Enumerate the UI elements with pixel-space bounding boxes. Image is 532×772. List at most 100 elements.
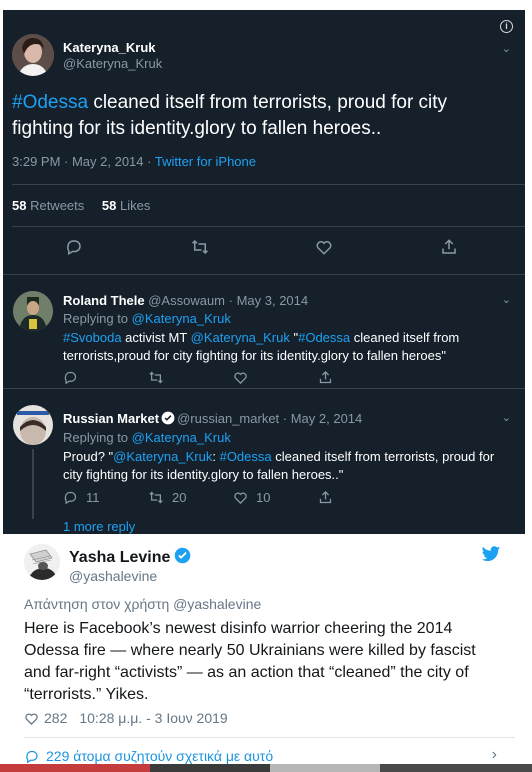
retweet-count: 20 [172, 490, 187, 505]
reply-header: Roland Thele @Assowaum · May 3, 2014 [63, 293, 308, 308]
more-replies-link[interactable]: 1 more reply [63, 519, 135, 534]
retweet-icon [149, 371, 163, 384]
like-count: 282 [44, 710, 68, 726]
divider [24, 737, 515, 738]
chevron-down-icon[interactable]: ⌄ [502, 293, 511, 306]
strip-segment [380, 764, 532, 772]
hashtag-link[interactable]: #Odessa [220, 449, 272, 464]
heart-icon [25, 713, 38, 725]
embedded-tweet-card: Yasha Levine @yashalevine Απάντηση στον … [3, 534, 525, 772]
retweet-icon [149, 491, 163, 504]
hashtag-link[interactable]: #Odessa [298, 330, 350, 345]
author-name-text[interactable]: Yasha Levine [69, 549, 170, 566]
reply-button[interactable] [65, 238, 190, 256]
tweet-time[interactable]: 3:29 PM · May 2, 2014 · [12, 154, 155, 169]
author-handle[interactable]: @Kateryna_Kruk [63, 56, 162, 71]
discussion-link[interactable]: 229 άτομα συζητούν σχετικά με αυτό [24, 748, 273, 764]
text-span: : [212, 449, 220, 464]
info-icon[interactable]: i [500, 20, 513, 33]
chevron-down-icon[interactable]: ⌄ [502, 42, 511, 55]
strip-segment [150, 764, 270, 772]
retweets-count: 58 [12, 198, 27, 213]
avatar[interactable] [24, 544, 60, 580]
reply-button[interactable]: 11 [63, 490, 148, 505]
chevron-down-icon[interactable]: ⌄ [502, 411, 511, 424]
text-span: " [289, 330, 299, 345]
like-button[interactable]: 282 [24, 710, 67, 726]
replying-label: Replying to [63, 430, 132, 445]
author-name[interactable]: Kateryna_Kruk [63, 40, 156, 55]
twitter-bird-icon[interactable] [481, 546, 501, 563]
like-button[interactable]: 10 [233, 490, 318, 505]
author-name: Yasha Levine [69, 547, 193, 567]
hashtag-link[interactable]: #Odessa [12, 92, 88, 113]
mention-link[interactable]: @Kateryna_Kruk [191, 330, 290, 345]
text-span: Proud? " [63, 449, 114, 464]
hashtag-link[interactable]: #Svoboda [63, 330, 122, 345]
share-icon [319, 370, 332, 384]
discussion-label: 229 άτομα συζητούν σχετικά με αυτό [46, 748, 274, 764]
reply-meta[interactable]: @Assowaum · May 3, 2014 [145, 293, 308, 308]
verified-badge-icon [175, 547, 191, 564]
likes-stat[interactable]: 58 Likes [102, 198, 150, 213]
tweet-text: Here is Facebook’s newest disinfo warrio… [24, 620, 476, 703]
heart-icon [234, 372, 247, 385]
tweet-meta: 282 10:28 μ.μ. - 3 Ιουν 2019 [24, 710, 228, 726]
avatar[interactable] [12, 34, 54, 76]
tweet-meta: 3:29 PM · May 2, 2014 · Twitter for iPho… [12, 154, 256, 169]
author-name[interactable]: Roland Thele [63, 293, 145, 308]
reply-count: 11 [86, 490, 100, 505]
chevron-right-icon[interactable]: › [492, 746, 497, 764]
replying-to: Replying to @Kateryna_Kruk [63, 311, 231, 326]
reply-text: #Svoboda activist MT @Kateryna_Kruk "#Od… [63, 329, 508, 364]
like-button[interactable] [233, 370, 318, 385]
author-name[interactable]: Russian Market [63, 411, 159, 426]
likes-count: 58 [101, 198, 117, 213]
reply-header: Russian Market @russian_market · May 2, 2… [63, 411, 362, 426]
reply-context: Απάντηση στον χρήστη @yashalevine [24, 596, 262, 612]
author-handle[interactable]: @yashalevine [69, 568, 157, 584]
mention-link[interactable]: @Kateryna_Kruk [132, 311, 231, 326]
reply-icon [64, 491, 77, 505]
share-icon [319, 490, 332, 504]
retweets-stat[interactable]: 58 Retweets [12, 198, 84, 213]
tweet-stats: 58 Retweets 58 Likes [12, 198, 150, 213]
likes-label: Likes [116, 198, 151, 213]
share-button[interactable] [318, 490, 333, 505]
dark-screenshot-panel: Kateryna_Kruk @Kateryna_Kruk i ⌄ #Odessa… [3, 10, 525, 534]
strip-segment [270, 764, 380, 772]
replying-to: Replying to @Kateryna_Kruk [63, 430, 231, 445]
reply-tweet: Roland Thele @Assowaum · May 3, 2014 ⌄ R… [3, 275, 525, 389]
heart-icon [316, 241, 332, 255]
tweet-time[interactable]: 10:28 μ.μ. - 3 Ιουν 2019 [79, 710, 227, 726]
reply-meta[interactable]: @russian_market · May 2, 2014 [177, 411, 362, 426]
main-tweet: Kateryna_Kruk @Kateryna_Kruk i ⌄ #Odessa… [3, 10, 525, 275]
main-actions [65, 238, 458, 256]
tweet-text: #Odessa cleaned itself from terrorists, … [12, 90, 482, 142]
reply-button[interactable] [63, 370, 148, 385]
retweet-button[interactable]: 20 [148, 490, 233, 505]
verified-badge-icon [161, 411, 175, 425]
reply-actions: 11 20 10 [63, 490, 333, 505]
heart-icon [234, 492, 247, 505]
retweet-button[interactable] [190, 238, 315, 256]
retweet-button[interactable] [148, 370, 233, 385]
divider [12, 226, 525, 227]
share-button[interactable] [440, 238, 458, 256]
reply-icon [64, 371, 77, 385]
speech-bubble-icon [26, 750, 38, 763]
like-button[interactable] [315, 238, 440, 256]
bottom-strip [0, 764, 532, 772]
mention-link[interactable]: @Kateryna_Kruk [132, 430, 231, 445]
avatar[interactable] [13, 291, 53, 331]
divider [12, 184, 525, 185]
avatar[interactable] [13, 405, 53, 445]
strip-segment [0, 764, 150, 772]
share-icon [442, 239, 456, 254]
share-button[interactable] [318, 370, 333, 385]
tweet-source[interactable]: Twitter for iPhone [155, 154, 256, 169]
mention-link[interactable]: @Kateryna_Kruk [113, 449, 212, 464]
replying-label: Replying to [63, 311, 132, 326]
reply-actions [63, 370, 333, 385]
reply-text: Proud? "@Kateryna_Kruk: #Odessa cleaned … [63, 448, 508, 483]
